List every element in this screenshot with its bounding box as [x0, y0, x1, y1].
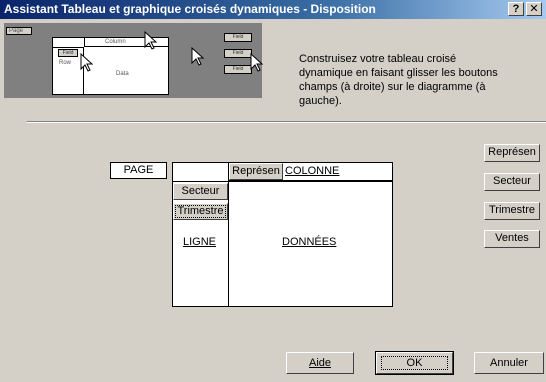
field-button-trimestre[interactable]: Trimestre	[484, 202, 540, 220]
help-button[interactable]: ?	[508, 2, 524, 16]
title-bar: Assistant Tableau et graphique croisés d…	[0, 0, 546, 19]
row-area-label: LIGNE	[183, 236, 217, 248]
field-button-secteur[interactable]: Secteur	[484, 173, 540, 191]
column-area-label: COLONNE	[285, 165, 340, 177]
page-area-label: PAGE	[123, 164, 154, 176]
cursor-arrow-icon	[250, 53, 264, 72]
row-field-trimestre[interactable]: Trimestre	[173, 203, 228, 220]
field-button-ventes[interactable]: Ventes	[484, 230, 540, 248]
help-dialog-button[interactable]: Aide	[286, 352, 354, 374]
field-button-representant[interactable]: Représen	[484, 144, 540, 162]
column-field-representant[interactable]: Représen	[229, 163, 283, 180]
ok-button[interactable]: OK	[375, 351, 454, 375]
page-drop-area[interactable]: PAGE	[110, 162, 167, 179]
instructions-text: Construisez votre tableau croisé dynamiq…	[299, 53, 498, 107]
cancel-button[interactable]: Annuler	[474, 352, 544, 374]
illus-field-button: Field	[224, 49, 252, 58]
close-button[interactable]: ✕	[526, 2, 542, 16]
window-title: Assistant Tableau et graphique croisés d…	[4, 2, 376, 16]
cursor-arrow-icon	[191, 47, 205, 66]
instruction-illustration: Page Column Row Data Field Field Field F…	[4, 23, 264, 98]
cursor-arrow-icon	[80, 53, 94, 72]
illus-page-area: Page	[6, 27, 32, 35]
cursor-arrow-icon	[144, 31, 158, 50]
separator	[27, 121, 546, 123]
illus-field-button: Field	[58, 49, 78, 57]
illus-field-button: Field	[224, 33, 252, 42]
data-drop-area[interactable]: DONNÉES	[228, 181, 393, 307]
row-field-secteur[interactable]: Secteur	[173, 183, 228, 200]
illus-field-button: Field	[224, 65, 252, 74]
data-area-label: DONNÉES	[282, 236, 337, 248]
pivot-layout-dialog: Assistant Tableau et graphique croisés d…	[0, 0, 546, 382]
